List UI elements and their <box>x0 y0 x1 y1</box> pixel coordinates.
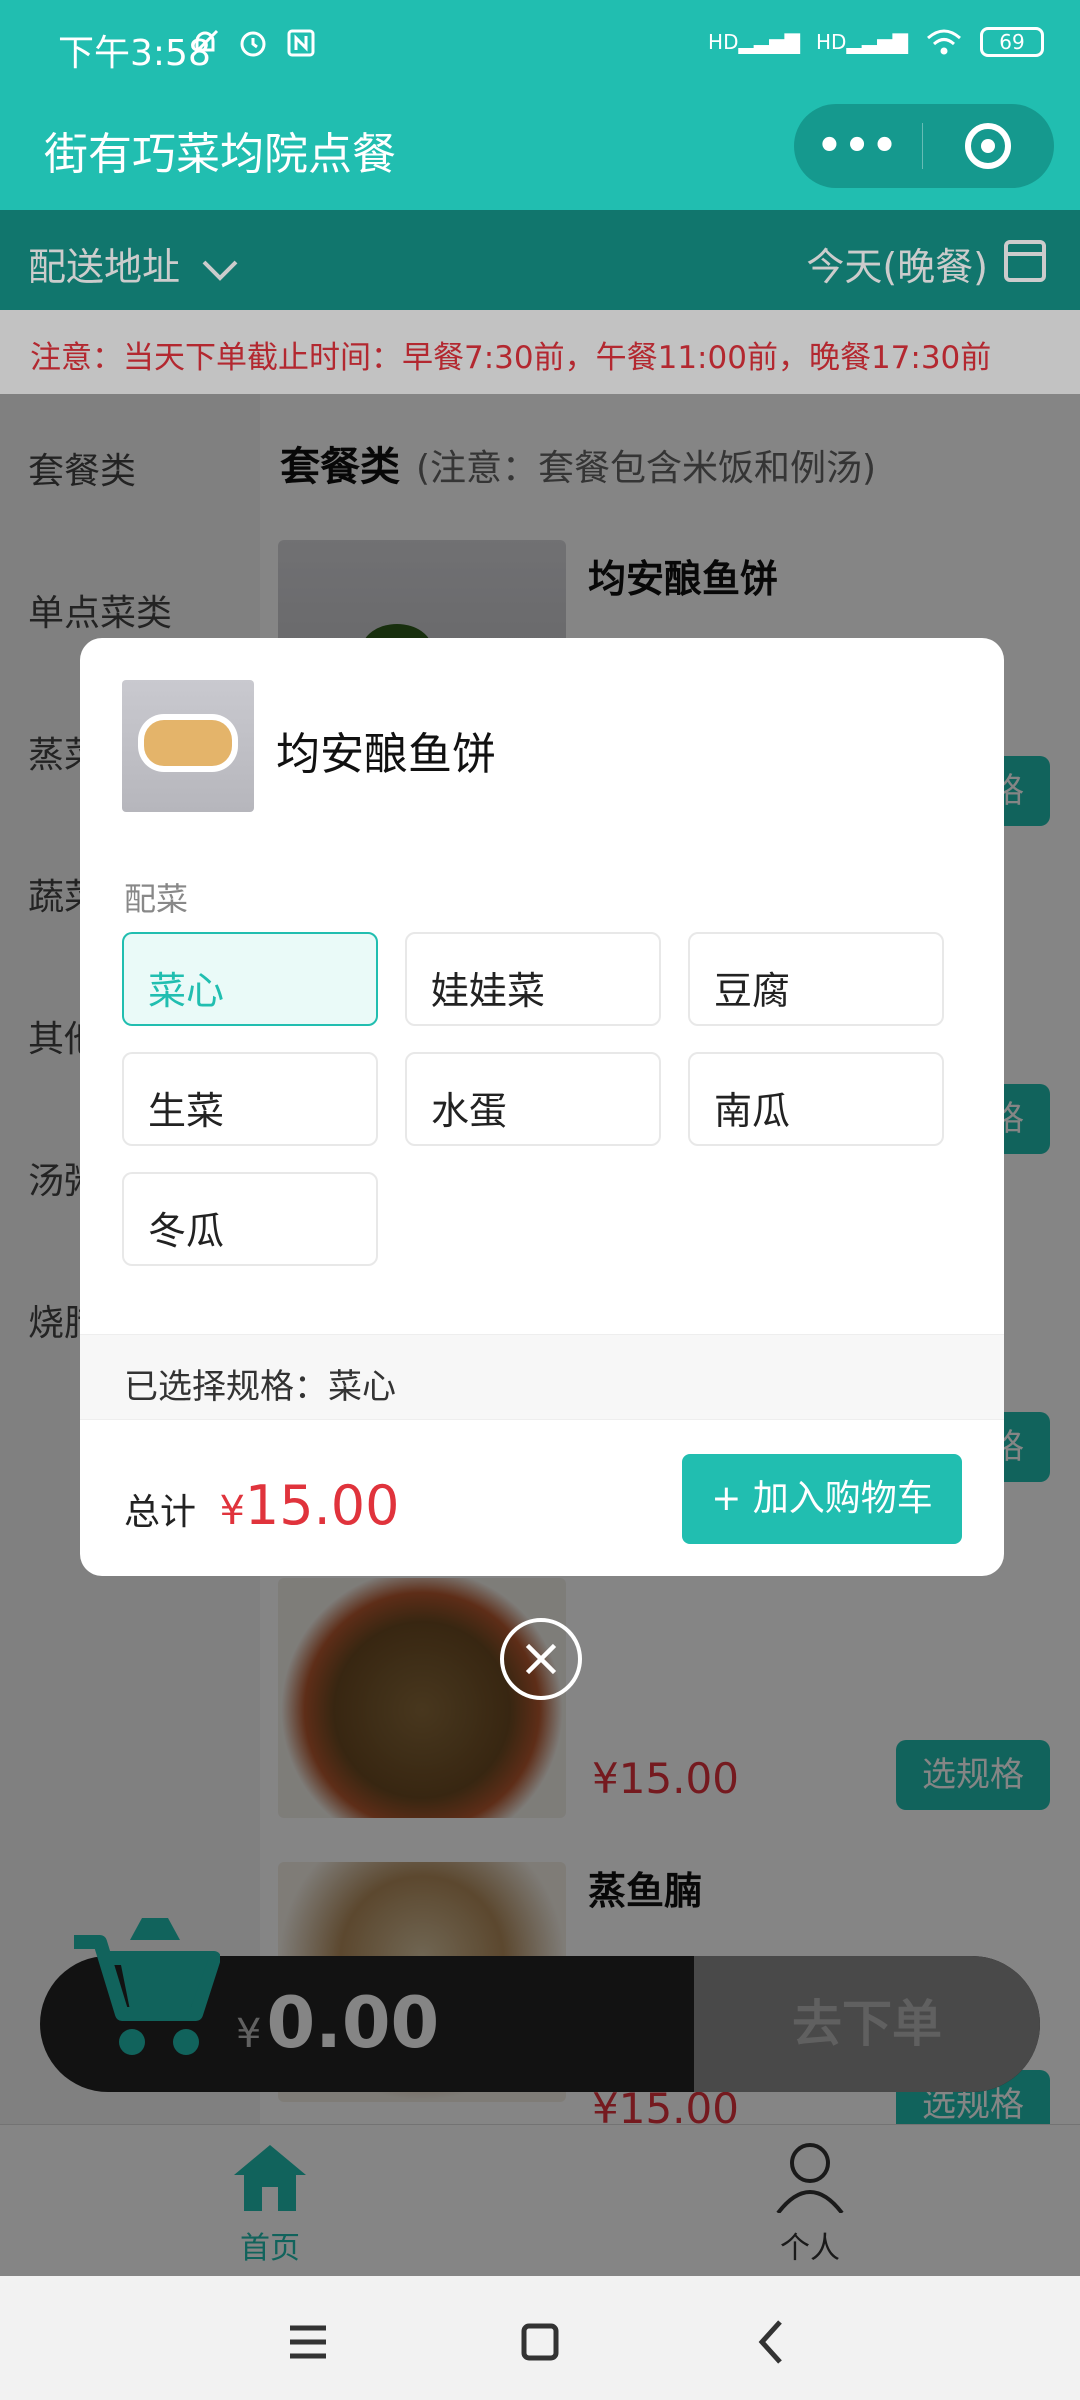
modal-dish-image <box>122 680 254 812</box>
back-nav-icon[interactable] <box>742 2312 802 2372</box>
signal-label-2: HD <box>816 30 847 54</box>
option-doufu[interactable]: 豆腐 <box>688 932 944 1026</box>
add-to-cart-button[interactable]: + 加入购物车 <box>682 1454 962 1544</box>
total-value: 15.00 <box>244 1474 400 1537</box>
more-dots-icon[interactable]: ••• <box>794 123 922 169</box>
option-nangua[interactable]: 南瓜 <box>688 1052 944 1146</box>
modal-dish-name: 均安酿鱼饼 <box>276 729 496 780</box>
option-wawacai[interactable]: 娃娃菜 <box>405 932 661 1026</box>
selected-spec-text: 已选择规格：菜心 <box>80 1334 1004 1420</box>
signal-icon: HD▂▃▅▇ <box>708 30 801 54</box>
status-right-icons: HD▂▃▅▇ HD▂▃▅▇ 69 <box>708 26 1044 58</box>
miniprogram-capsule: ••• <box>794 104 1054 188</box>
spec-modal: 均安酿鱼饼 配菜 菜心 娃娃菜 豆腐 生菜 水蛋 南瓜 冬瓜 已选择规格：菜心 … <box>80 638 1004 1576</box>
menu-nav-icon[interactable] <box>278 2312 338 2372</box>
battery-icon: 69 <box>980 27 1044 57</box>
nfc-icon <box>287 29 315 57</box>
header-dim-overlay <box>0 210 1080 394</box>
signal-label-1: HD <box>708 30 739 54</box>
status-left-icons <box>188 26 318 60</box>
option-shuidan[interactable]: 水蛋 <box>405 1052 661 1146</box>
close-icon[interactable] <box>500 1618 582 1700</box>
modal-total: 总计 ¥15.00 <box>124 1474 400 1537</box>
option-shengcai[interactable]: 生菜 <box>122 1052 378 1146</box>
alarm-icon <box>240 31 266 57</box>
signal-icon-2: HD▂▃▅▇ <box>816 30 908 54</box>
wifi-icon <box>927 29 961 55</box>
total-currency: ¥ <box>219 1488 245 1534</box>
status-bar: 下午3:58 HD▂▃▅▇ HD▂▃▅▇ 69 <box>0 0 1080 96</box>
system-nav-bar <box>0 2276 1080 2400</box>
close-miniprogram-button[interactable] <box>923 123 1053 169</box>
option-caixin[interactable]: 菜心 <box>122 932 378 1026</box>
target-icon <box>965 123 1011 169</box>
bell-off-icon <box>191 29 219 57</box>
title-bar: 街有巧菜均院点餐 ••• <box>0 96 1080 210</box>
home-nav-icon[interactable] <box>510 2312 570 2372</box>
app-title: 街有巧菜均院点餐 <box>44 129 396 180</box>
option-donggua[interactable]: 冬瓜 <box>122 1172 378 1266</box>
total-price: ¥15.00 <box>219 1474 399 1537</box>
total-label: 总计 <box>124 1492 197 1533</box>
option-group-label: 配菜 <box>124 880 189 918</box>
